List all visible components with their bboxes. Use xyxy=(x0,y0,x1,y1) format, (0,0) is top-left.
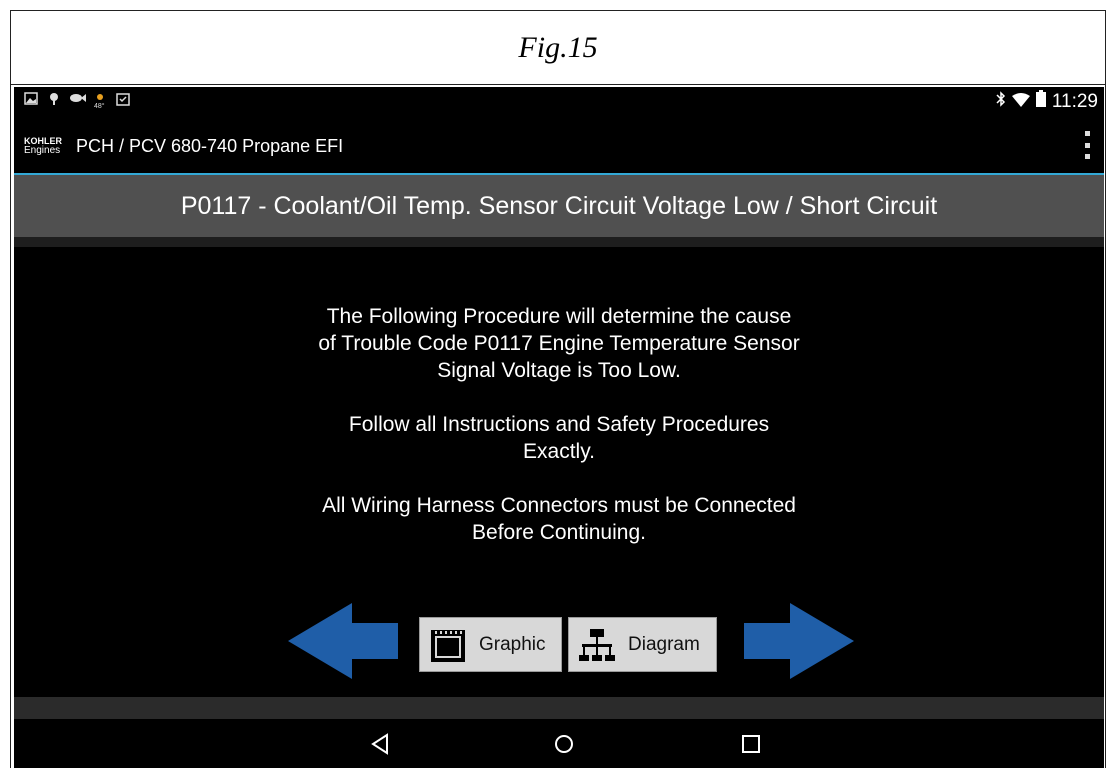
diagram-icon xyxy=(579,628,615,661)
header-divider xyxy=(14,237,1104,247)
android-debug-icon xyxy=(47,92,61,106)
action-bar: KOHLER Engines PCH / PCV 680-740 Propane… xyxy=(14,115,1104,175)
image-icon xyxy=(24,92,38,106)
graphic-icon xyxy=(431,629,465,662)
footer-divider xyxy=(14,697,1104,719)
tablet-screen: 48° 11:29 KOHLER Engines PCH / PCV 680-7… xyxy=(14,87,1104,768)
weather-icon: 48° xyxy=(93,92,107,110)
clipboard-check-icon xyxy=(116,92,130,106)
instruction-paragraph-2: Follow all Instructions and Safety Proce… xyxy=(348,413,770,463)
figure-frame: Fig.15 48° 11:29 KOHLER Engines PCH / PC… xyxy=(10,10,1106,768)
instruction-paragraph-1: The Following Procedure will determine t… xyxy=(318,305,800,382)
graphic-button-label: Graphic xyxy=(479,633,546,655)
back-triangle-icon[interactable] xyxy=(367,731,393,757)
logo-line2: Engines xyxy=(24,145,61,156)
system-nav-bar xyxy=(14,719,1104,768)
arrow-right-icon[interactable] xyxy=(744,603,854,679)
kohler-engines-logo: KOHLER Engines xyxy=(24,136,64,158)
figure-caption: Fig.15 xyxy=(11,11,1105,85)
app-title: PCH / PCV 680-740 Propane EFI xyxy=(76,136,344,156)
wifi-icon xyxy=(1011,91,1030,113)
weather-temp: 48° xyxy=(94,103,105,110)
clock-time: 11:29 xyxy=(1051,90,1098,112)
battery-icon xyxy=(1035,90,1046,113)
status-bar: 48° 11:29 xyxy=(14,87,1104,115)
trouble-code-title: P0117 - Coolant/Oil Temp. Sensor Circuit… xyxy=(14,175,1104,237)
home-circle-icon[interactable] xyxy=(551,731,577,757)
recents-square-icon[interactable] xyxy=(738,731,764,757)
arrow-left-icon[interactable] xyxy=(288,603,398,679)
instruction-paragraph-3: All Wiring Harness Connectors must be Co… xyxy=(322,494,796,544)
fish-icon xyxy=(70,92,86,106)
overflow-menu-icon[interactable] xyxy=(1082,131,1092,159)
diagram-button[interactable]: Diagram xyxy=(568,617,717,672)
graphic-button[interactable]: Graphic xyxy=(419,617,562,672)
diagram-button-label: Diagram xyxy=(628,633,700,655)
bluetooth-icon xyxy=(996,90,1006,113)
instructions-text: The Following Procedure will determine t… xyxy=(14,303,1104,573)
